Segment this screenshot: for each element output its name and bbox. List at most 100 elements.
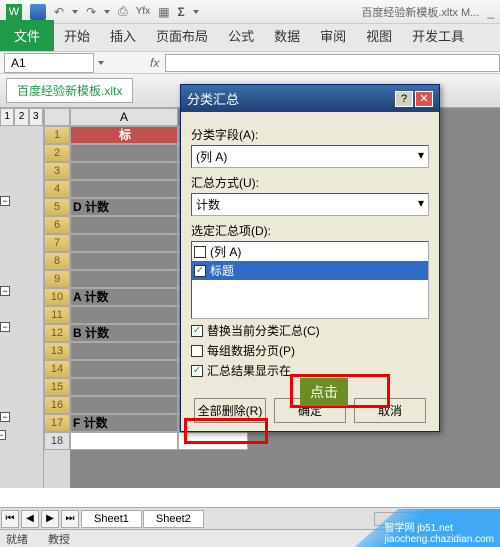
tab-data[interactable]: 数据 bbox=[264, 20, 310, 51]
method-select[interactable]: 计数▾ bbox=[191, 193, 429, 216]
cell[interactable] bbox=[70, 144, 178, 162]
tab-file[interactable]: 文件 bbox=[0, 20, 54, 51]
dialog-title: 分类汇总 bbox=[187, 89, 239, 108]
row-header[interactable]: 18 bbox=[44, 432, 70, 450]
check-replace[interactable]: 替换当前分类汇总(C) bbox=[191, 322, 429, 339]
tab-layout[interactable]: 页面布局 bbox=[146, 20, 218, 51]
outline-level-1[interactable]: 1 bbox=[0, 108, 14, 126]
checkbox-icon[interactable] bbox=[194, 265, 206, 277]
outline-collapse-3[interactable]: − bbox=[0, 322, 10, 332]
check-page[interactable]: 每组数据分页(P) bbox=[191, 342, 429, 359]
window-title: 百度经验新模板.xltx M... bbox=[361, 4, 479, 20]
sum-icon[interactable]: Σ bbox=[178, 5, 185, 19]
grid-icon[interactable]: ▦ bbox=[158, 5, 169, 19]
dialog-titlebar[interactable]: 分类汇总 ? ✕ bbox=[181, 85, 439, 112]
outline-collapse-all[interactable]: − bbox=[0, 430, 6, 440]
cell[interactable]: 标 bbox=[70, 126, 178, 144]
next-sheet-icon[interactable]: ▶ bbox=[41, 510, 59, 528]
annotation-box-remove bbox=[184, 418, 268, 444]
redo-icon[interactable]: ↷ bbox=[86, 5, 96, 19]
outline-collapse-1[interactable]: − bbox=[0, 196, 10, 206]
checkbox-icon[interactable] bbox=[191, 345, 203, 357]
row-header[interactable]: 8 bbox=[44, 252, 70, 270]
formula-icon[interactable]: Yfx bbox=[136, 6, 150, 17]
cell-subtotal[interactable]: B 计数 bbox=[70, 324, 178, 342]
field-label: 分类字段(A): bbox=[191, 126, 429, 143]
row-header[interactable]: 3 bbox=[44, 162, 70, 180]
undo-dropdown-icon[interactable] bbox=[72, 10, 78, 14]
row-headers: 1 2 3 4 5 6 7 8 9 10 11 12 13 14 15 16 1… bbox=[44, 108, 70, 488]
minimize-icon[interactable]: _ bbox=[487, 5, 494, 19]
select-all-cell[interactable] bbox=[44, 108, 70, 126]
cell-subtotal[interactable]: D 计数 bbox=[70, 198, 178, 216]
cell[interactable] bbox=[70, 162, 178, 180]
first-sheet-icon[interactable]: ⏮ bbox=[1, 510, 19, 528]
row-header[interactable]: 9 bbox=[44, 270, 70, 288]
row-header[interactable]: 16 bbox=[44, 396, 70, 414]
redo-dropdown-icon[interactable] bbox=[104, 10, 110, 14]
print-icon[interactable]: ⎙ bbox=[118, 4, 128, 19]
tab-review[interactable]: 审阅 bbox=[310, 20, 356, 51]
last-sheet-icon[interactable]: ⏭ bbox=[61, 510, 79, 528]
sheet-tab[interactable]: Sheet1 bbox=[81, 510, 142, 528]
prev-sheet-icon[interactable]: ◀ bbox=[21, 510, 39, 528]
list-item[interactable]: 标题 bbox=[192, 261, 428, 280]
tab-home[interactable]: 开始 bbox=[54, 20, 100, 51]
checkbox-icon[interactable] bbox=[194, 246, 206, 258]
fx-icon[interactable]: fx bbox=[150, 56, 159, 70]
cell[interactable] bbox=[70, 252, 178, 270]
sheet-tab[interactable]: Sheet2 bbox=[143, 510, 204, 528]
row-header[interactable]: 17 bbox=[44, 414, 70, 432]
row-header[interactable]: 10 bbox=[44, 288, 70, 306]
items-label: 选定汇总项(D): bbox=[191, 222, 429, 239]
row-header[interactable]: 7 bbox=[44, 234, 70, 252]
row-header[interactable]: 15 bbox=[44, 378, 70, 396]
save-icon[interactable] bbox=[30, 4, 46, 20]
row-header[interactable]: 6 bbox=[44, 216, 70, 234]
tab-dev[interactable]: 开发工具 bbox=[402, 20, 474, 51]
close-icon[interactable]: ✕ bbox=[415, 91, 433, 107]
cell[interactable] bbox=[70, 216, 178, 234]
cell[interactable] bbox=[70, 378, 178, 396]
row-header[interactable]: 2 bbox=[44, 144, 70, 162]
namebox-dropdown-icon[interactable] bbox=[98, 61, 104, 65]
method-label: 汇总方式(U): bbox=[191, 174, 429, 191]
row-header[interactable]: 14 bbox=[44, 360, 70, 378]
tab-view[interactable]: 视图 bbox=[356, 20, 402, 51]
col-header-a[interactable]: A bbox=[70, 108, 178, 126]
dropdown-icon[interactable] bbox=[193, 10, 199, 14]
outline-level-2[interactable]: 2 bbox=[14, 108, 28, 126]
cell[interactable] bbox=[70, 342, 178, 360]
tab-insert[interactable]: 插入 bbox=[100, 20, 146, 51]
cell[interactable] bbox=[70, 234, 178, 252]
cell[interactable] bbox=[70, 306, 178, 324]
tab-formula[interactable]: 公式 bbox=[218, 20, 264, 51]
items-list[interactable]: (列 A) 标题 bbox=[191, 241, 429, 319]
cell-subtotal[interactable]: F 计数 bbox=[70, 414, 178, 432]
row-header[interactable]: 5 bbox=[44, 198, 70, 216]
row-header[interactable]: 13 bbox=[44, 342, 70, 360]
cell-subtotal[interactable]: A 计数 bbox=[70, 288, 178, 306]
outline-column: 1 2 3 − − − − − bbox=[0, 108, 44, 488]
cell[interactable] bbox=[70, 270, 178, 288]
outline-level-3[interactable]: 3 bbox=[29, 108, 43, 126]
field-select[interactable]: (列 A)▾ bbox=[191, 145, 429, 168]
name-box[interactable]: A1 bbox=[4, 53, 94, 73]
checkbox-icon[interactable] bbox=[191, 325, 203, 337]
undo-icon[interactable]: ↶ bbox=[54, 5, 64, 19]
outline-collapse-4[interactable]: − bbox=[0, 412, 10, 422]
row-header[interactable]: 11 bbox=[44, 306, 70, 324]
checkbox-icon[interactable] bbox=[191, 365, 203, 377]
formula-input[interactable] bbox=[165, 54, 500, 72]
doc-tab[interactable]: 百度经验新模板.xltx bbox=[6, 78, 133, 103]
list-item[interactable]: (列 A) bbox=[192, 242, 428, 261]
outline-collapse-2[interactable]: − bbox=[0, 286, 10, 296]
row-header[interactable]: 12 bbox=[44, 324, 70, 342]
row-header[interactable]: 1 bbox=[44, 126, 70, 144]
cell[interactable] bbox=[70, 180, 178, 198]
cell[interactable] bbox=[70, 360, 178, 378]
cell[interactable] bbox=[70, 432, 178, 450]
row-header[interactable]: 4 bbox=[44, 180, 70, 198]
help-icon[interactable]: ? bbox=[395, 91, 413, 107]
cell[interactable] bbox=[70, 396, 178, 414]
